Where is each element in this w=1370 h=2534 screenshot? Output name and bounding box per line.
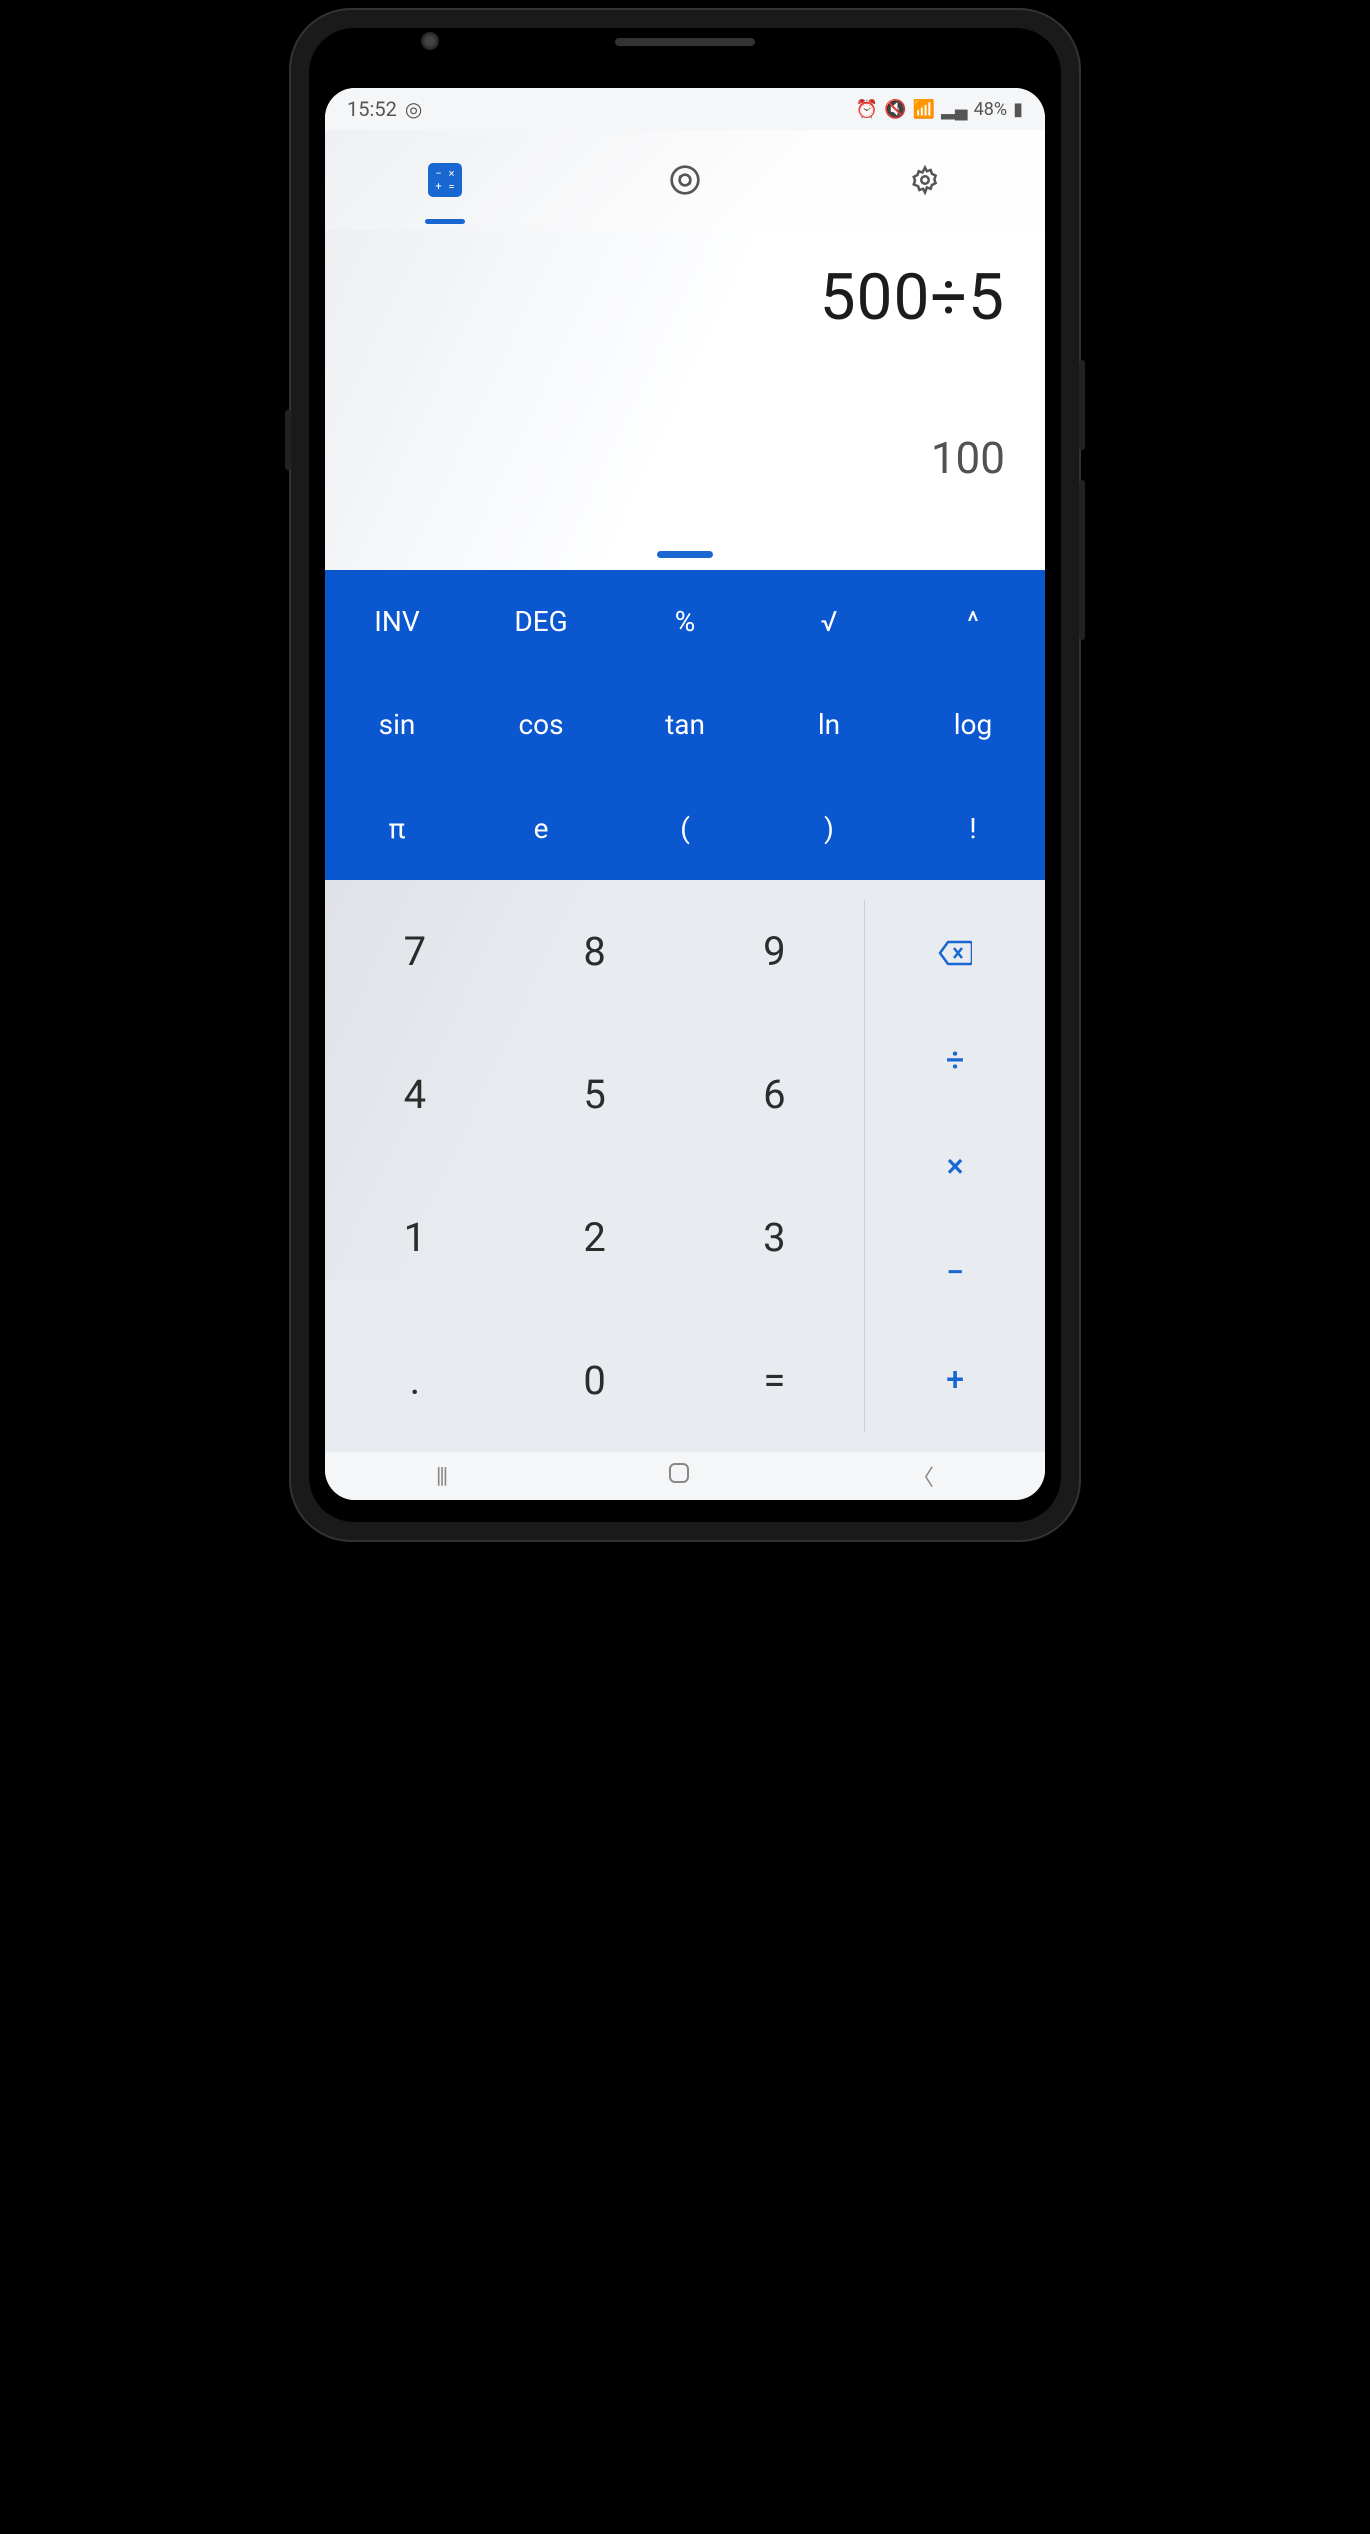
active-tab-indicator	[425, 219, 465, 224]
inv-button[interactable]: INV	[325, 570, 469, 673]
digit-4[interactable]: 4	[325, 1023, 505, 1166]
pi-button[interactable]: π	[325, 777, 469, 880]
tab-calculator[interactable]: −×+=	[325, 130, 565, 230]
digit-5[interactable]: 5	[505, 1023, 685, 1166]
tab-converter[interactable]	[565, 130, 805, 230]
screen: 15:52 ◎ ⏰ 🔇 📶 ▂▄ 48% ▮ −×+=	[325, 88, 1045, 1500]
multiply-button[interactable]: ×	[865, 1113, 1045, 1219]
digit-3[interactable]: 3	[685, 1166, 865, 1309]
digit-1[interactable]: 1	[325, 1166, 505, 1309]
log-button[interactable]: log	[901, 673, 1045, 776]
status-icons-left: ◎	[405, 97, 422, 121]
front-camera	[421, 32, 439, 50]
signal-icon: ▂▄	[941, 99, 968, 120]
decimal-point[interactable]: .	[325, 1309, 505, 1452]
e-button[interactable]: e	[469, 777, 613, 880]
scientific-panel: INV DEG % √ ^ sin cos tan ln log π e ( )…	[325, 570, 1045, 880]
display-area: 500÷5 100	[325, 230, 1045, 570]
cos-button[interactable]: cos	[469, 673, 613, 776]
alarm-icon: ⏰	[856, 99, 878, 120]
percent-button[interactable]: %	[613, 570, 757, 673]
gear-icon	[907, 162, 943, 198]
status-bar: 15:52 ◎ ⏰ 🔇 📶 ▂▄ 48% ▮	[325, 88, 1045, 130]
calculator-icon: −×+=	[428, 163, 462, 197]
deg-button[interactable]: DEG	[469, 570, 613, 673]
digit-6[interactable]: 6	[685, 1023, 865, 1166]
digit-8[interactable]: 8	[505, 880, 685, 1023]
recent-apps-button[interactable]: |||	[436, 1464, 446, 1489]
wifi-icon: 📶	[913, 99, 935, 120]
power-button[interactable]	[1079, 360, 1085, 450]
expression[interactable]: 500÷5	[365, 260, 1005, 335]
number-panel: 7 8 9 4 5 6 1 2 3 . 0 =	[325, 880, 1045, 1452]
volume-button[interactable]	[1079, 480, 1085, 640]
back-button[interactable]: 〈	[912, 1460, 934, 1492]
backspace-icon	[938, 940, 972, 966]
battery-text: 48%	[974, 99, 1007, 120]
rparen-button[interactable]: )	[757, 777, 901, 880]
divide-button[interactable]: ÷	[865, 1006, 1045, 1112]
sqrt-button[interactable]: √	[757, 570, 901, 673]
ln-button[interactable]: ln	[757, 673, 901, 776]
speaker	[615, 38, 755, 46]
convert-icon	[667, 162, 703, 198]
home-button[interactable]	[668, 1462, 690, 1490]
plus-button[interactable]: +	[865, 1326, 1045, 1432]
phone-frame: 15:52 ◎ ⏰ 🔇 📶 ▂▄ 48% ▮ −×+=	[291, 10, 1079, 1540]
minus-button[interactable]: −	[865, 1219, 1045, 1325]
result: 100	[365, 432, 1005, 484]
digit-0[interactable]: 0	[505, 1309, 685, 1452]
drag-handle[interactable]	[657, 551, 713, 558]
backspace-button[interactable]	[865, 900, 1045, 1006]
clock: 15:52	[347, 97, 397, 121]
tan-button[interactable]: tan	[613, 673, 757, 776]
tab-settings[interactable]	[805, 130, 1045, 230]
sin-button[interactable]: sin	[325, 673, 469, 776]
side-button[interactable]	[285, 410, 291, 470]
factorial-button[interactable]: !	[901, 777, 1045, 880]
lparen-button[interactable]: (	[613, 777, 757, 880]
equals-button[interactable]: =	[685, 1309, 865, 1452]
digit-9[interactable]: 9	[685, 880, 865, 1023]
digit-2[interactable]: 2	[505, 1166, 685, 1309]
digit-7[interactable]: 7	[325, 880, 505, 1023]
navigation-bar: ||| 〈	[325, 1452, 1045, 1500]
battery-icon: ▮	[1013, 99, 1023, 120]
toolbar: −×+=	[325, 130, 1045, 230]
power-button-op[interactable]: ^	[901, 570, 1045, 673]
mute-icon: 🔇	[884, 99, 906, 120]
